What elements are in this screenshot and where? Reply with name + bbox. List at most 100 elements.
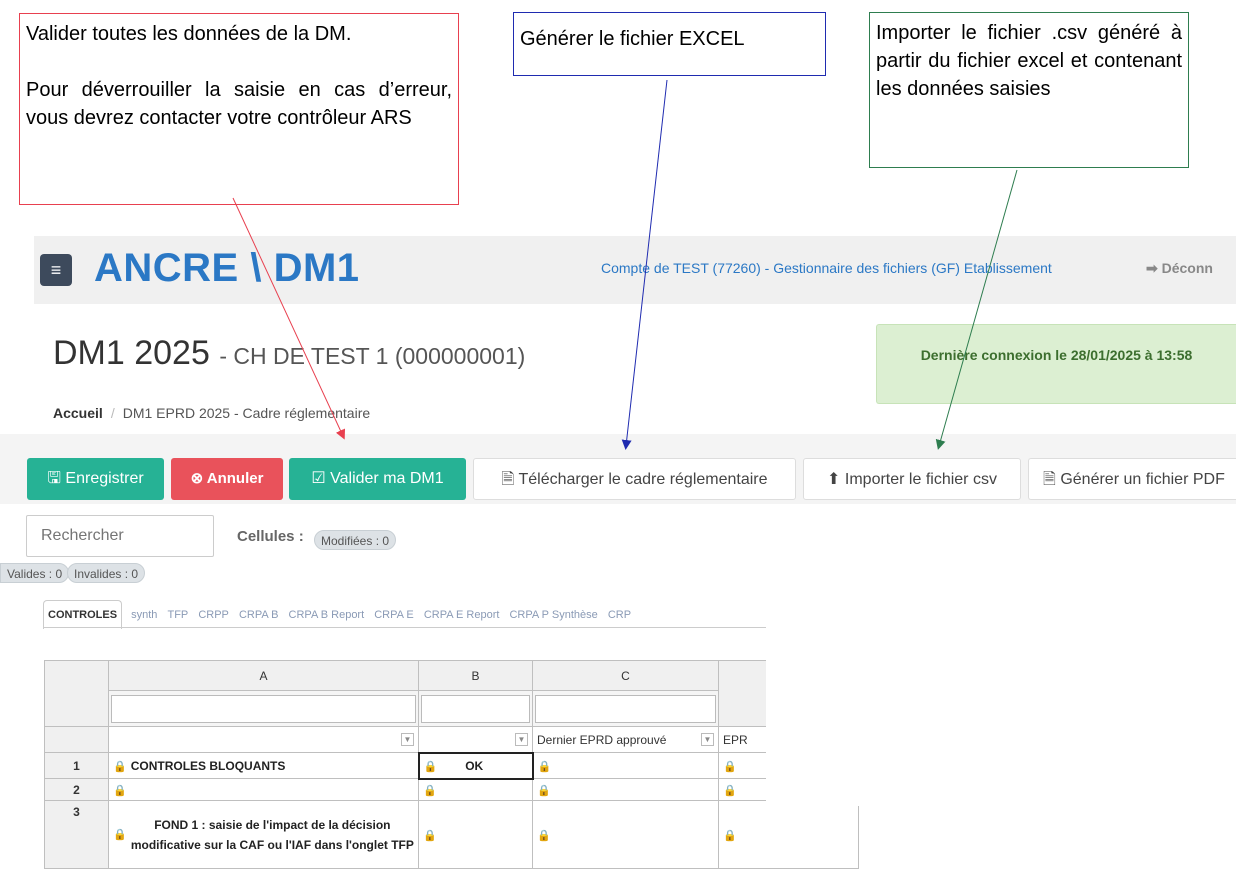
lock-icon: 🔒: [113, 784, 127, 797]
grid-cell-d3[interactable]: 🔒: [718, 800, 859, 869]
breadcrumb: Accueil / DM1 EPRD 2025 - Cadre réglementa…: [53, 405, 371, 421]
save-icon: 🖫: [47, 470, 61, 487]
callout-validate-line2: Pour déverrouiller la saisie en cas d’er…: [26, 79, 452, 129]
breadcrumb-home[interactable]: Accueil: [53, 405, 103, 421]
tabs-divider: [43, 627, 783, 628]
callout-excel: Générer le fichier EXCEL: [513, 12, 826, 76]
page-title-main: DM1 2025: [53, 334, 210, 372]
grid-cell-c1[interactable]: 🔒: [532, 752, 719, 779]
cancel-button[interactable]: ⊗ Annuler: [171, 458, 283, 500]
grid-corner: [44, 660, 109, 727]
grid-cell-c2[interactable]: 🔒: [532, 778, 719, 801]
redaction-area: [766, 598, 1085, 806]
arrow-import: [935, 169, 1018, 450]
lock-icon: 🔒: [723, 829, 737, 842]
tab-crpa-b-report[interactable]: CRPA B Report: [289, 601, 365, 629]
grid-corner-2: [44, 726, 109, 753]
subheader-d-label: EPR: [723, 732, 748, 747]
app-title[interactable]: ANCRE \ DM1: [94, 246, 360, 291]
grid-cell-b1[interactable]: 🔒 OK: [417, 751, 534, 780]
page-title: DM1 2025 - CH DE TEST 1 (000000001): [53, 334, 525, 373]
callout-validate-line1: Valider toutes les données de la DM.: [26, 23, 352, 45]
row-number[interactable]: 1: [44, 752, 109, 779]
filter-cell-a[interactable]: [108, 690, 419, 727]
arrow-validate: [232, 197, 346, 440]
search-input[interactable]: [26, 515, 214, 557]
filter-cell-c[interactable]: [532, 690, 719, 727]
validate-button[interactable]: ☑ Valider ma DM1: [289, 458, 466, 500]
filter-dropdown-icon[interactable]: ▼: [401, 733, 414, 746]
grid-cell-b3[interactable]: 🔒: [418, 800, 533, 869]
pdf-label: Générer un fichier PDF: [1060, 471, 1225, 488]
filter-cell-b[interactable]: [418, 690, 533, 727]
filter-input-a[interactable]: [111, 694, 416, 723]
filter-dropdown-icon[interactable]: ▼: [701, 732, 714, 746]
valid-badge[interactable]: Valides : 0: [0, 563, 70, 583]
sheet-tabs: CONTROLES synth TFP CRPP CRPA B CRPA B R…: [43, 600, 638, 629]
import-button[interactable]: ⬆ Importer le fichier csv: [803, 458, 1021, 500]
page-subtitle: - CH DE TEST 1 (000000001): [219, 343, 526, 369]
lock-icon: 🔒: [113, 828, 127, 841]
tab-crpp[interactable]: CRPP: [198, 601, 229, 629]
grid-cell-a1[interactable]: 🔒 CONTROLES BLOQUANTS: [108, 752, 419, 779]
lock-icon: 🔒: [723, 784, 737, 797]
lock-icon: 🔒: [423, 829, 437, 842]
filter-dropdown-icon[interactable]: ▼: [515, 732, 528, 746]
row-number[interactable]: 3: [44, 800, 109, 869]
callout-import-text: Importer le fichier .csv généré à partir…: [876, 22, 1182, 100]
subheader-c: Dernier EPRD approuvé ▼: [532, 726, 719, 753]
grid-cell-c3[interactable]: 🔒: [532, 800, 719, 869]
lock-icon: 🔒: [423, 760, 438, 773]
callout-import: Importer le fichier .csv généré à partir…: [869, 12, 1189, 168]
callout-excel-text: Générer le fichier EXCEL: [520, 28, 745, 50]
grid-cell-a2[interactable]: 🔒: [108, 778, 419, 801]
cells-label: Cellules :: [237, 528, 304, 545]
validate-label: Valider ma DM1: [330, 470, 444, 487]
hamburger-menu-icon[interactable]: ≡: [40, 254, 72, 286]
tab-crpa-e[interactable]: CRPA E: [374, 601, 414, 629]
lock-icon: 🔒: [423, 784, 437, 797]
download-button[interactable]: 🗎 Télécharger le cadre réglementaire: [473, 458, 796, 500]
logout-link[interactable]: ➡ Déconn: [1146, 260, 1213, 277]
last-login-banner: Dernière connexion le 28/01/2025 à 13:58: [876, 324, 1236, 404]
tab-crpa-b[interactable]: CRPA B: [239, 601, 279, 629]
excel-file-icon: 🗎: [501, 471, 515, 488]
grid-cell-a3-text: FOND 1 : saisie de l'impact de la décisi…: [130, 817, 414, 852]
subheader-c-label: Dernier EPRD approuvé: [537, 732, 667, 747]
tab-controles[interactable]: CONTROLES: [43, 600, 123, 629]
app-header: ≡ ANCRE \ DM1 Compte de TEST (77260) - G…: [34, 236, 1236, 304]
cancel-label: Annuler: [206, 470, 264, 487]
filter-input-b[interactable]: [421, 694, 530, 723]
download-label: Télécharger le cadre réglementaire: [518, 471, 768, 488]
tab-crpa-e-report[interactable]: CRPA E Report: [424, 601, 500, 629]
column-header-b[interactable]: B: [418, 660, 533, 691]
subheader-a: ▼: [108, 726, 419, 753]
tab-tfp[interactable]: TFP: [167, 601, 188, 629]
grid-cell-b2[interactable]: 🔒: [418, 778, 533, 801]
account-link[interactable]: Compte de TEST (77260) - Gestionnaire de…: [601, 260, 1052, 276]
row-number[interactable]: 2: [44, 778, 109, 801]
column-header-a[interactable]: A: [108, 660, 419, 691]
tab-crpa-p-synthese[interactable]: CRPA P Synthèse: [509, 601, 597, 629]
save-button[interactable]: 🖫 Enregistrer: [27, 458, 164, 500]
modified-badge[interactable]: Modifiées : 0: [314, 530, 397, 550]
filter-input-c[interactable]: [535, 694, 716, 723]
grid-cell-a3[interactable]: 🔒 FOND 1 : saisie de l'impact de la décis…: [108, 800, 419, 869]
pdf-file-icon: 🗎: [1043, 471, 1056, 488]
subheader-b: ▼: [418, 726, 533, 753]
lock-icon: 🔒: [537, 784, 551, 797]
lock-icon: 🔒: [723, 760, 737, 773]
logout-label: Déconn: [1161, 260, 1213, 276]
pdf-button[interactable]: 🗎 Générer un fichier PDF: [1028, 458, 1236, 500]
column-header-c[interactable]: C: [532, 660, 719, 691]
upload-icon: ⬆: [827, 471, 841, 488]
lock-icon: 🔒: [113, 760, 127, 773]
callout-validate: Valider toutes les données de la DM. Pou…: [19, 13, 459, 205]
lock-icon: 🔒: [537, 760, 552, 773]
cancel-icon: ⊗: [190, 470, 204, 487]
tab-synth[interactable]: synth: [131, 601, 157, 629]
tab-crp[interactable]: CRP: [608, 601, 631, 629]
grid-cell-a1-text: CONTROLES BLOQUANTS: [130, 758, 286, 773]
save-label: Enregistrer: [65, 470, 144, 487]
invalid-badge[interactable]: Invalides : 0: [67, 563, 146, 583]
